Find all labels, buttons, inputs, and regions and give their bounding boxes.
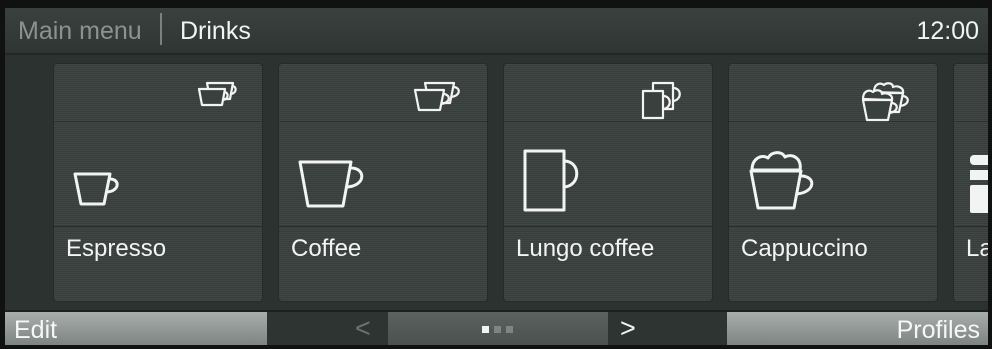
lungo-mug-icon	[523, 149, 579, 212]
card-image-area	[279, 122, 487, 227]
footer-bar: Edit < > Profiles	[5, 310, 988, 345]
page-dot-active	[482, 326, 489, 333]
edit-button[interactable]: Edit	[5, 312, 267, 345]
breadcrumb-main-menu[interactable]: Main menu	[18, 16, 142, 46]
card-header	[504, 64, 712, 122]
double-cappuccino-icon	[861, 82, 909, 122]
chevron-right-icon: >	[620, 313, 636, 343]
drink-card-espresso[interactable]: Espresso	[54, 64, 262, 301]
breadcrumb-separator	[160, 13, 162, 45]
header-bar: Main menu Drinks 12:00	[5, 8, 988, 55]
profiles-button[interactable]: Profiles	[727, 312, 988, 345]
card-header	[279, 64, 487, 122]
drinks-screen: Main menu Drinks 12:00 Espresso Coffee L…	[5, 8, 988, 345]
edit-button-label: Edit	[14, 316, 58, 344]
card-header	[954, 64, 988, 122]
double-espresso-icon	[197, 81, 237, 107]
page-indicator	[388, 312, 608, 345]
previous-page-button[interactable]: <	[267, 312, 388, 345]
card-image-area	[504, 122, 712, 227]
page-dot	[506, 326, 513, 333]
next-page-button[interactable]: >	[608, 312, 727, 345]
drink-card-latte-partial[interactable]: La	[954, 64, 988, 301]
page-dot	[494, 326, 501, 333]
drink-card-lungo-coffee[interactable]: Lungo coffee	[504, 64, 712, 301]
double-lungo-icon	[641, 81, 681, 120]
card-image-area	[954, 122, 988, 227]
espresso-cup-icon	[73, 172, 119, 206]
drink-label: Espresso	[66, 235, 167, 262]
drink-label: Cappuccino	[741, 235, 868, 262]
card-header	[54, 64, 262, 122]
drink-card-cappuccino[interactable]: Cappuccino	[729, 64, 937, 301]
clock: 12:00	[916, 17, 979, 45]
latte-glass-icon	[970, 155, 988, 213]
profiles-button-label: Profiles	[896, 316, 980, 344]
chevron-left-icon: <	[355, 313, 371, 343]
coffee-cup-icon	[298, 160, 364, 208]
cappuccino-cup-icon	[749, 151, 814, 210]
drink-label: Coffee	[291, 235, 362, 262]
card-image-area	[729, 122, 937, 227]
page-title: Drinks	[180, 17, 251, 45]
card-image-area	[54, 122, 262, 227]
drink-card-coffee[interactable]: Coffee	[279, 64, 487, 301]
drink-label: Lungo coffee	[516, 235, 655, 262]
drinks-carousel: Espresso Coffee Lungo coffee Cappuccino …	[5, 55, 988, 310]
double-coffee-icon	[413, 81, 460, 112]
card-header	[729, 64, 937, 122]
drink-label: La	[966, 235, 988, 262]
